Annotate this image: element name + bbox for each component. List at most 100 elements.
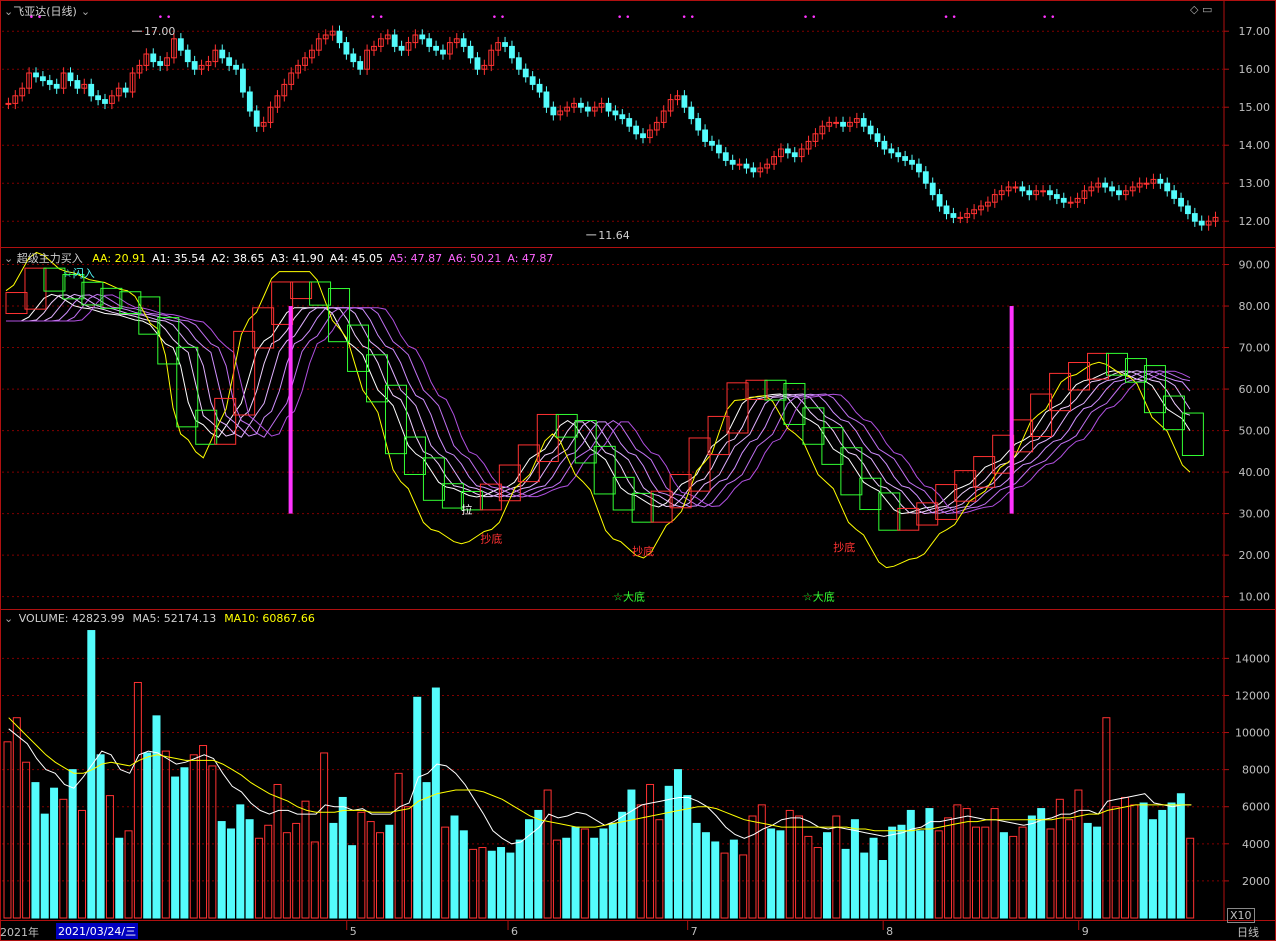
period-label[interactable]: 日线 [1237, 924, 1259, 940]
candle-body [253, 110, 260, 127]
legend-a4: A4: 45.05 [329, 252, 383, 265]
legend-a5: A5: 47.87 [388, 252, 443, 265]
candle-body [860, 118, 867, 127]
volume-bar [804, 835, 813, 919]
step-box [1181, 412, 1204, 456]
candle-body [240, 68, 246, 93]
collapse-icon[interactable]: ⌄ [4, 5, 13, 18]
step-box [81, 281, 104, 306]
step-box [195, 409, 218, 445]
volume-bar [990, 808, 999, 919]
candle-body [88, 83, 95, 97]
volume-bar [394, 772, 403, 919]
candle-body [640, 133, 646, 139]
volume-bar [1027, 815, 1036, 919]
candle-body [936, 194, 943, 207]
candle-body [929, 182, 936, 196]
volume-bar [1055, 798, 1064, 919]
candle-body [784, 148, 791, 154]
signal-label: ☆大底 [613, 590, 645, 604]
volume-bar [534, 809, 543, 919]
volume-bar [338, 796, 347, 919]
volume-bar [217, 821, 226, 919]
candle-body [750, 167, 757, 173]
step-box [24, 267, 47, 310]
legend-aa: AA: 20.91 [92, 252, 147, 265]
window-controls[interactable]: ◇ ▭ [1190, 3, 1212, 16]
volume-bar [757, 804, 766, 919]
diamond-icon[interactable]: ◇ [1190, 3, 1198, 16]
step-box [1049, 372, 1072, 412]
volume-bar [636, 804, 645, 919]
candle-body [888, 148, 895, 154]
volume-bar [1139, 802, 1148, 919]
price-tick-label: 14.00 [1239, 139, 1271, 152]
stock-title[interactable]: ⌄飞亚达(日线) ⌄ [4, 3, 90, 19]
candle-body [67, 72, 74, 82]
candle-body [1019, 186, 1026, 192]
step-box [726, 382, 749, 434]
month-label: 7 [691, 925, 698, 938]
cursor-date: 2021/03/24/三 [56, 923, 139, 939]
volume-bar [646, 783, 655, 919]
volume-bar [385, 824, 394, 919]
volume-bar [171, 776, 180, 919]
zoom-level[interactable]: X10 [1227, 908, 1255, 923]
step-box [43, 267, 66, 292]
step-box [802, 407, 825, 445]
candle-body [688, 106, 695, 120]
indicator-tick-label: 20.00 [1239, 549, 1271, 562]
maximize-icon[interactable]: ▭ [1202, 3, 1212, 16]
volume-bar [674, 769, 682, 919]
candle-body [502, 42, 508, 47]
volume-bar [832, 815, 841, 919]
volume-bar [22, 761, 31, 919]
candle-body [1171, 190, 1178, 199]
volume-bar [506, 852, 515, 919]
volume-bar [227, 828, 235, 919]
volume-bar [1130, 804, 1139, 919]
volume-bar [68, 769, 77, 919]
volume-menu-icon[interactable]: ⌄ [4, 612, 13, 625]
candle-body [1191, 213, 1198, 222]
candle-body [474, 57, 481, 70]
volume-bar [59, 798, 68, 919]
volume-bar [683, 795, 692, 919]
candle-body [150, 53, 157, 63]
candle-body [702, 129, 708, 142]
volume-bar [1176, 793, 1185, 919]
step-box [384, 384, 407, 455]
volume-bar [720, 852, 729, 919]
candle-body [1185, 205, 1191, 215]
volume-bar [348, 845, 357, 919]
date-axis-start: 2021年 [0, 926, 39, 939]
volume-bar [972, 826, 980, 919]
candle-body [922, 171, 929, 184]
volume-bar [236, 804, 245, 919]
volume-bar [245, 819, 254, 919]
candle-body [1157, 178, 1164, 184]
candle-body [722, 152, 729, 161]
candle-body [916, 163, 922, 173]
volume-bar [469, 848, 478, 919]
volume-bar [878, 860, 887, 919]
volume-bar [655, 819, 664, 919]
volume-bar [776, 830, 785, 919]
volume-tick-label: 12000 [1235, 689, 1270, 702]
indicator-menu-icon[interactable]: ⌄ [4, 252, 13, 265]
volume-tick-label: 6000 [1242, 801, 1270, 814]
price-tick-label: 15.00 [1239, 101, 1271, 114]
price-tick-label: 16.00 [1239, 63, 1271, 76]
candle-body [39, 76, 46, 82]
volume-bar [152, 715, 161, 919]
volume-bar [413, 696, 422, 919]
candle-body [184, 49, 191, 63]
settings-icon[interactable]: ⌄ [81, 5, 90, 18]
volume-bar [813, 847, 822, 919]
volume-bar [515, 839, 524, 919]
indicator-tick-label: 30.00 [1239, 508, 1271, 521]
legend-a6: A6: 50.21 [448, 252, 502, 265]
volume-bar [767, 828, 776, 919]
candle-body [729, 159, 736, 165]
volume-bar [264, 824, 273, 919]
